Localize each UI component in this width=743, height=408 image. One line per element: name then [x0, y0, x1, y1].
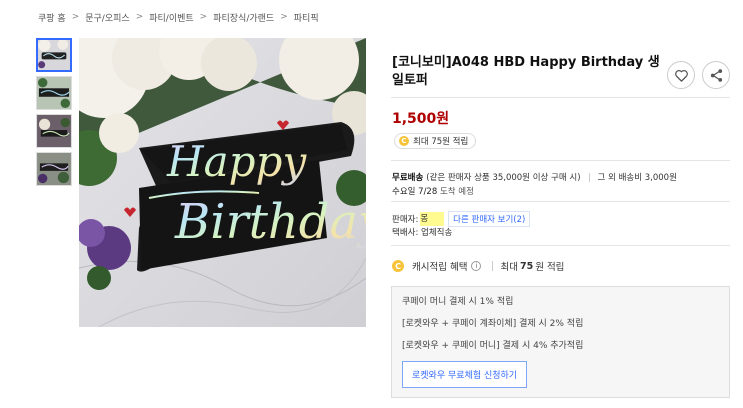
seller-name[interactable]: 몽 — [420, 212, 445, 226]
shipping-other: 그 외 배송비 3,000원 — [597, 173, 677, 183]
info-icon[interactable]: i — [471, 261, 482, 271]
product-price: 1,500원 — [392, 111, 450, 127]
product-main-image: Happy Birthday — [79, 38, 366, 327]
rocket-wow-trial-button[interactable]: 로켓와우 무료체험 신청하기 — [402, 361, 528, 388]
other-sellers-button[interactable]: 다른 판매자 보기(2) — [448, 211, 531, 227]
coin-icon: C — [399, 136, 409, 146]
arrival-info: 수요일 7/28 도착 예정 — [392, 185, 474, 197]
coin-icon: C — [392, 260, 404, 272]
thumbnail-1[interactable] — [36, 38, 72, 72]
shipping-label: 무료배송 — [392, 173, 424, 183]
reward-chip-label: 최대 75원 적립 — [413, 137, 469, 147]
cash-label: 캐시적립 혜택 — [412, 262, 468, 273]
seller-label: 판매자: — [392, 215, 419, 225]
breadcrumb-party-decoration[interactable]: 파티장식/가랜드 — [213, 11, 274, 24]
image-text-birthday: Birthday — [174, 194, 366, 250]
benefit-line-3: [로켓와우 + 쿠페이 머니] 결제 시 4% 추가적립 — [402, 341, 584, 351]
seller-row: 판매자: 몽 다른 판매자 보기(2) — [392, 211, 531, 227]
breadcrumb-separator: > — [280, 12, 288, 22]
shipping-info: 무료배송 (같은 판매자 상품 35,000원 이상 구매 시) 그 외 배송비… — [392, 171, 677, 183]
thumbnail-4[interactable] — [36, 152, 72, 186]
cash-max-amount: 75 — [519, 260, 534, 272]
arrival-suffix: 도착 예정 — [439, 187, 474, 197]
separator — [588, 172, 590, 182]
benefit-line-1: 쿠페이 머니 결제 시 1% 적립 — [402, 297, 514, 307]
thumbnail-list — [36, 38, 72, 190]
cash-max-prefix: 최대 — [500, 262, 518, 273]
share-button[interactable] — [702, 61, 730, 89]
breadcrumb-separator: > — [71, 12, 80, 22]
product-title: [코니보미]A048 HBD Happy Birthday 생일토퍼 — [392, 55, 660, 88]
image-text-happy: Happy — [166, 137, 307, 186]
delivery-value: 업체직송 — [421, 228, 453, 238]
thumbnail-2[interactable] — [36, 76, 72, 110]
divider — [391, 245, 730, 246]
arrival-date: 수요일 7/28 — [392, 187, 438, 197]
thumbnail-3[interactable] — [36, 114, 72, 148]
shipping-condition: (같은 판매자 상품 35,000원 이상 구매 시) — [426, 173, 581, 183]
cash-benefit-row: C 캐시적립 혜택 i 최대 75 원 적립 — [392, 259, 564, 273]
divider — [391, 97, 730, 98]
favorite-button[interactable] — [667, 61, 695, 89]
breadcrumb-stationery[interactable]: 문구/오피스 — [85, 11, 129, 24]
breadcrumb-separator: > — [135, 12, 144, 22]
breadcrumb-party-event[interactable]: 파티/이벤트 — [149, 11, 193, 24]
breadcrumb: 쿠팡 홈 > 문구/오피스 > 파티/이벤트 > 파티장식/가랜드 > 파티픽 — [38, 9, 319, 25]
separator — [492, 261, 494, 271]
share-icon — [710, 68, 722, 82]
benefit-line-2: [로켓와우 + 쿠페이 계좌이체] 결제 시 2% 적립 — [402, 319, 584, 329]
reward-chip: C 최대 75원 적립 — [394, 133, 477, 149]
cash-max-suffix: 원 적립 — [535, 262, 565, 273]
divider — [391, 201, 730, 202]
divider — [391, 160, 730, 161]
heart-icon — [674, 69, 688, 82]
benefit-box: 쿠페이 머니 결제 시 1% 적립 [로켓와우 + 쿠페이 계좌이체] 결제 시… — [391, 286, 730, 398]
delivery-label: 택배사: — [392, 228, 419, 238]
breadcrumb-party-pick[interactable]: 파티픽 — [294, 11, 319, 24]
delivery-row: 택배사: 업체직송 — [392, 226, 452, 238]
breadcrumb-separator: > — [199, 12, 208, 22]
breadcrumb-home[interactable]: 쿠팡 홈 — [38, 11, 66, 24]
